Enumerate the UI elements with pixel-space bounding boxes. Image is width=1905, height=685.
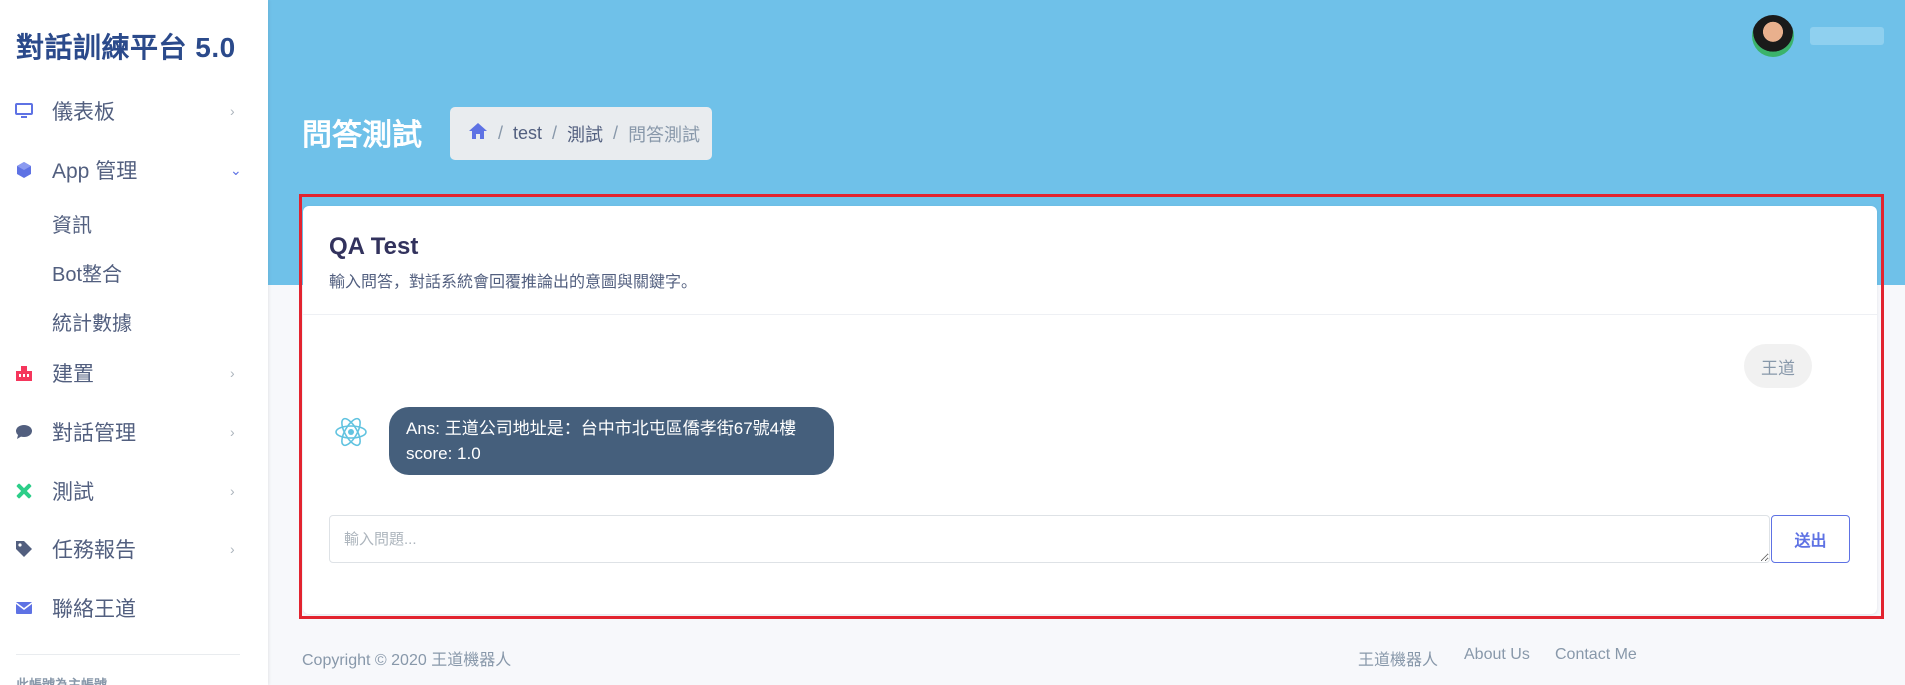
sidebar-item-dialog-management[interactable]: 對話管理 ›: [0, 412, 268, 452]
sidebar-subitem-info[interactable]: 資訊: [52, 209, 92, 238]
sidebar-item-label: 對話管理: [52, 422, 136, 445]
sidebar-divider: [16, 654, 240, 655]
sidebar-item-label: App 管理: [52, 160, 138, 183]
card-header: QA Test 輸入問答，對話系統會回覆推論出的意圖與關鍵字。: [303, 206, 1877, 315]
tools-icon: [14, 481, 34, 501]
user-message-bubble: 王道: [1744, 344, 1812, 388]
cube-icon: [14, 160, 34, 180]
footer-copyright: Copyright © 2020 王道機器人: [302, 652, 512, 669]
sidebar: 對話訓練平台 5.0 儀表板 › App 管理 ⌄ 資訊 Bot整合 統計數據 …: [0, 0, 268, 685]
react-atom-icon: [333, 414, 369, 450]
sidebar-item-label: 建置: [52, 363, 94, 386]
chat-bubble-icon: [14, 422, 34, 442]
breadcrumb-item[interactable]: test: [513, 123, 542, 144]
breadcrumb-item-current: 問答測試: [628, 124, 701, 145]
avatar[interactable]: [1752, 15, 1794, 57]
building-icon: [14, 363, 34, 383]
breadcrumb-separator: /: [613, 123, 619, 143]
breadcrumb-separator: /: [498, 123, 504, 143]
tag-icon: [14, 539, 34, 559]
chevron-right-icon: ›: [230, 424, 235, 440]
qa-test-card: QA Test 輸入問答，對話系統會回覆推論出的意圖與關鍵字。 王道 Ans: …: [303, 206, 1877, 614]
send-button[interactable]: 送出: [1771, 515, 1850, 563]
breadcrumb: / test / 測試 / 問答測試: [450, 107, 712, 160]
brand-title[interactable]: 對話訓練平台 5.0: [16, 26, 236, 66]
sidebar-item-testing[interactable]: 測試 ›: [0, 471, 268, 511]
footer-link-about[interactable]: About Us: [1464, 646, 1530, 664]
sidebar-item-label: 聯絡王道: [52, 598, 136, 621]
username-redacted[interactable]: [1810, 27, 1884, 45]
footer-link-company[interactable]: 王道機器人: [1358, 646, 1438, 670]
sidebar-item-label: 儀表板: [52, 101, 115, 124]
envelope-icon: [14, 598, 34, 618]
question-input[interactable]: [329, 515, 1770, 563]
bot-answer-text: Ans: 王道公司地址是：台中市北屯區僑孝街67號4樓: [406, 419, 797, 438]
page-title: 問答測試: [302, 119, 422, 152]
sidebar-item-label: 測試: [52, 481, 94, 504]
chevron-right-icon: ›: [230, 365, 235, 381]
sidebar-subitem-bot-integration[interactable]: Bot整合: [52, 258, 122, 287]
monitor-icon: [14, 101, 34, 121]
sidebar-item-dashboard[interactable]: 儀表板 ›: [0, 91, 268, 131]
card-subtitle: 輸入問答，對話系統會回覆推論出的意圖與關鍵字。: [329, 274, 698, 291]
breadcrumb-item[interactable]: 測試: [567, 121, 603, 147]
footer-link-contact[interactable]: Contact Me: [1555, 646, 1637, 664]
sidebar-item-build[interactable]: 建置 ›: [0, 353, 268, 393]
card-title: QA Test: [329, 233, 419, 260]
chevron-down-icon: ⌄: [230, 161, 242, 178]
chevron-right-icon: ›: [230, 103, 235, 119]
bot-message-bubble: Ans: 王道公司地址是：台中市北屯區僑孝街67號4樓 score: 1.0: [389, 407, 834, 475]
breadcrumb-separator: /: [552, 123, 558, 143]
home-icon[interactable]: [468, 122, 488, 145]
sidebar-item-contact[interactable]: 聯絡王道: [0, 588, 268, 628]
chevron-right-icon: ›: [230, 541, 235, 557]
chevron-right-icon: ›: [230, 483, 235, 499]
sidebar-subitem-statistics[interactable]: 統計數據: [52, 307, 132, 336]
sidebar-footer-text: 此帳號為主帳號: [16, 677, 108, 685]
sidebar-item-label: 任務報告: [52, 539, 136, 562]
sidebar-item-task-report[interactable]: 任務報告 ›: [0, 529, 268, 569]
sidebar-item-app-management[interactable]: App 管理 ⌄: [0, 150, 268, 190]
bot-score-text: score: 1.0: [406, 444, 481, 463]
